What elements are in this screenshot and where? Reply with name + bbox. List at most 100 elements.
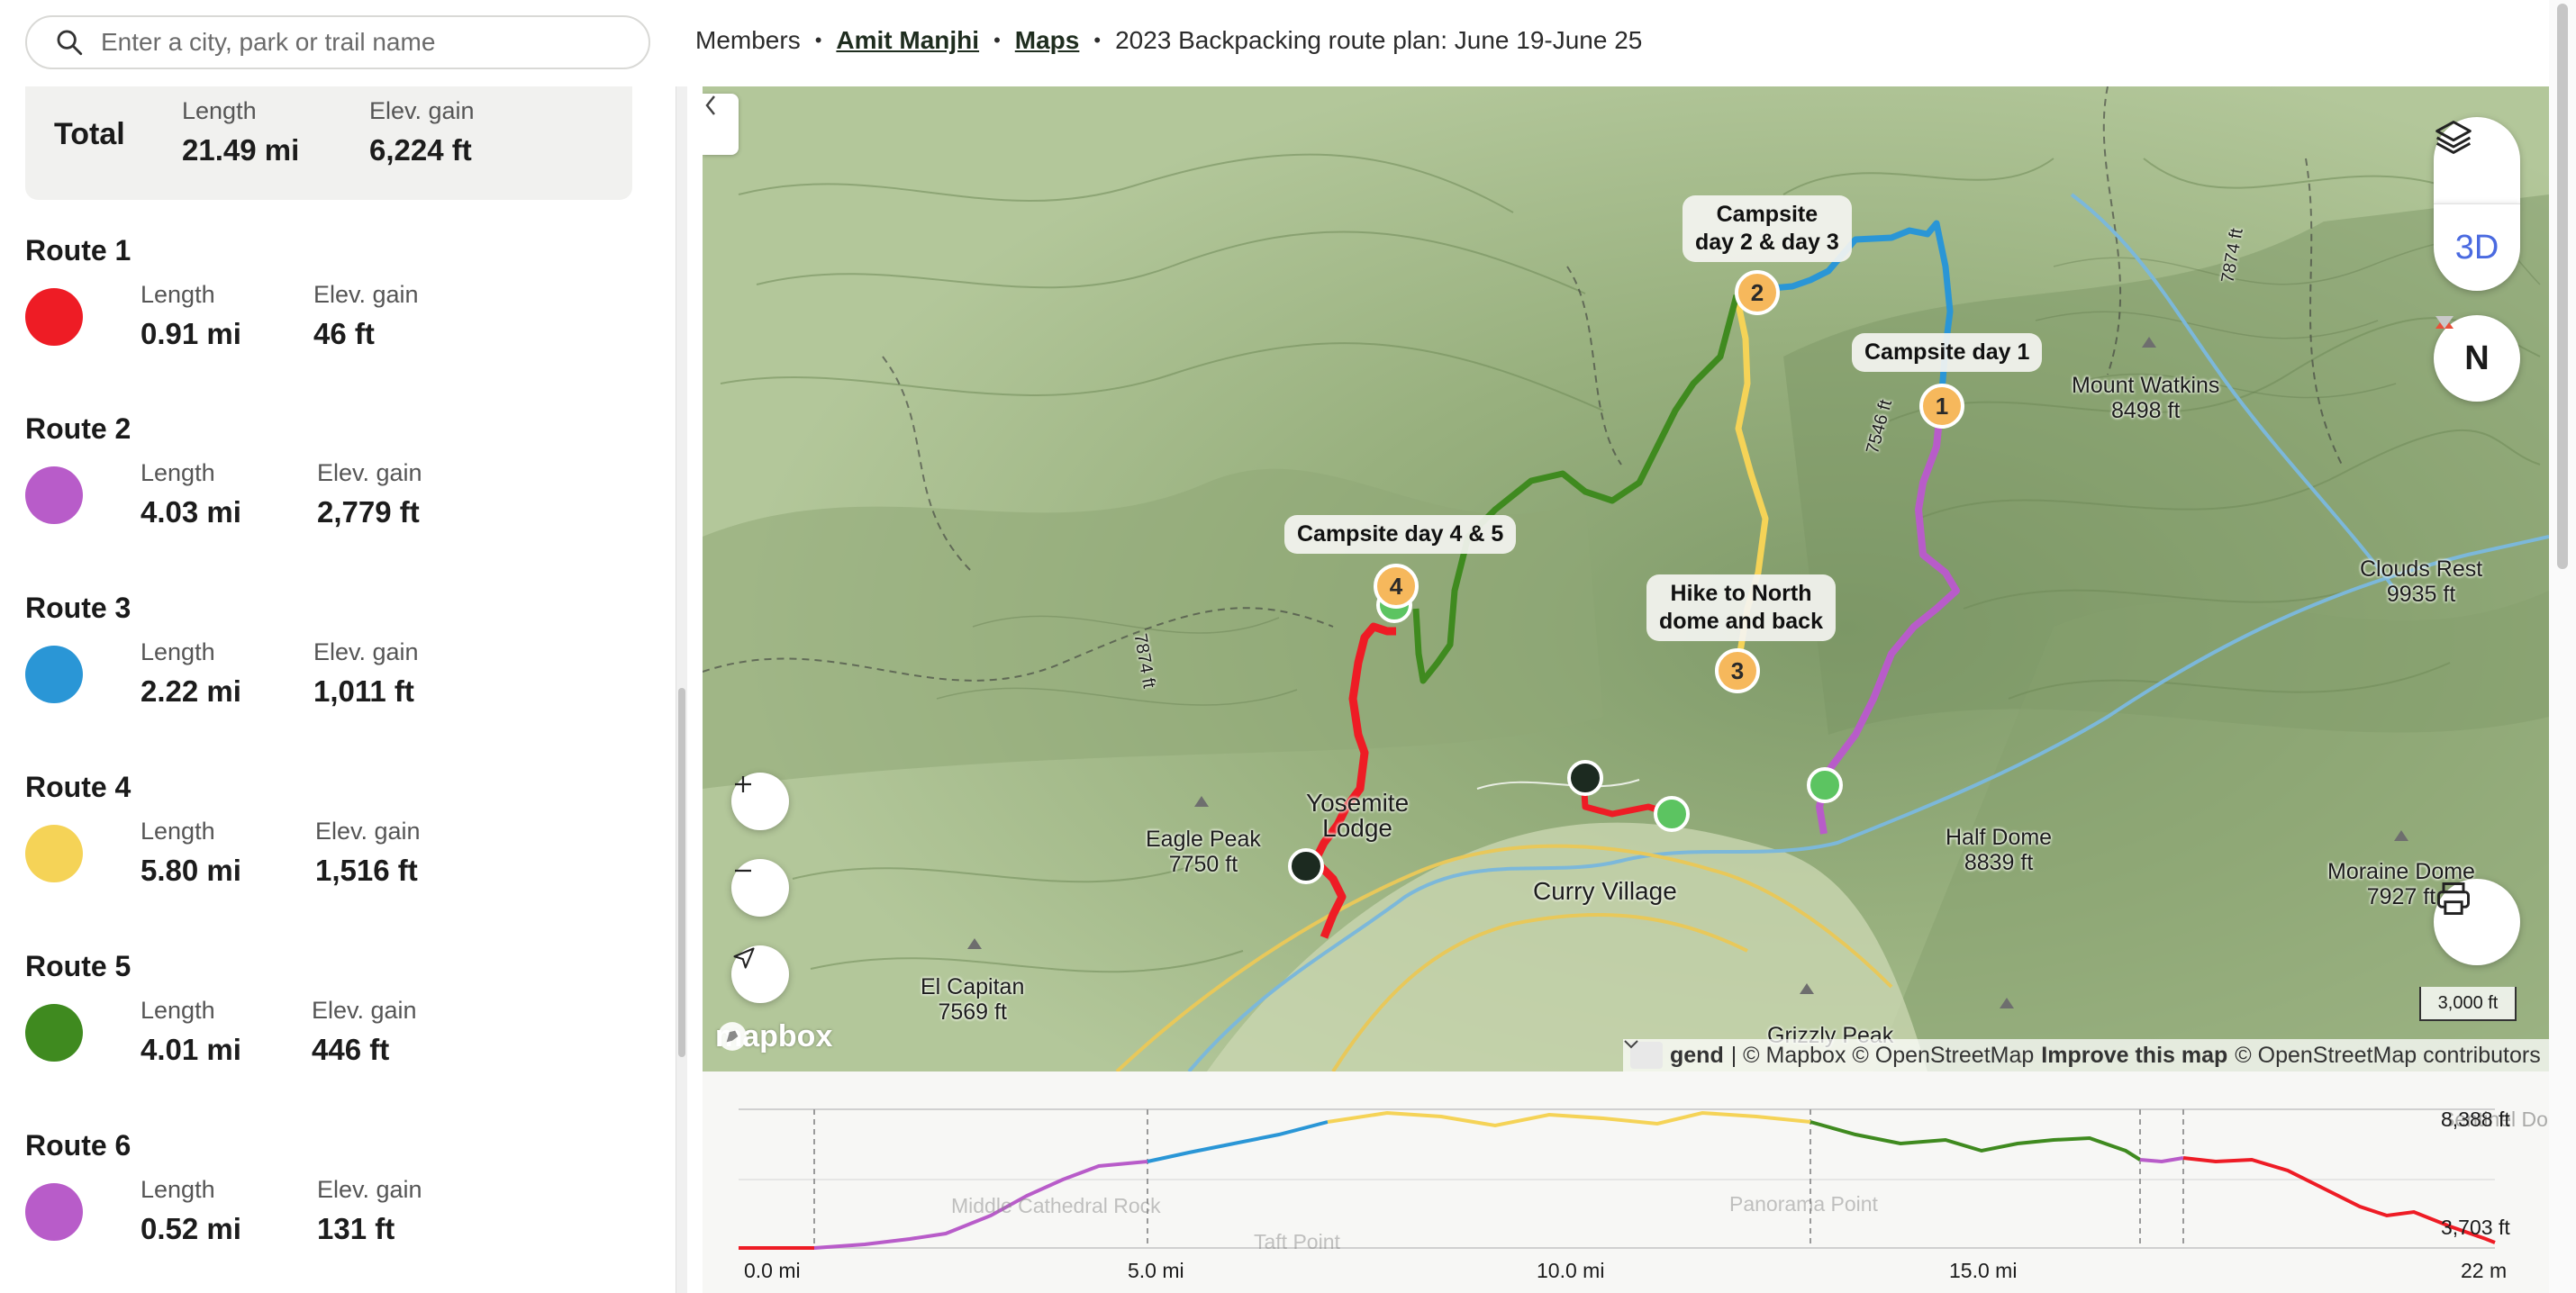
route-elev-value: 1,011 ft	[313, 674, 414, 708]
compass-arrow-down-icon	[2435, 316, 2454, 329]
search-box[interactable]	[25, 15, 650, 69]
compass-north-button[interactable]: N	[2434, 315, 2520, 402]
route-1-line[interactable]	[1311, 622, 1396, 939]
campsite-day-4-5-callout[interactable]: Campsite day 4 & 5	[1284, 515, 1517, 554]
route-name: Route 4	[25, 771, 132, 803]
elevation-max-label: 8,388 ft	[2441, 1108, 2510, 1131]
map-label-half-dome: Half Dome 8839 ft	[1946, 825, 2052, 875]
route-length-value: 0.52 mi	[141, 1212, 241, 1245]
chevron-down-icon	[1624, 1040, 1638, 1049]
total-length-label: Length	[182, 97, 257, 124]
route-elev-value: 131 ft	[317, 1212, 395, 1245]
route-end-marker[interactable]	[1288, 848, 1324, 884]
mapbox-logo[interactable]: mapbox	[715, 1019, 832, 1054]
route-elev-label: Elev. gain	[312, 997, 417, 1024]
distance-tick-label: 15.0 mi	[1949, 1259, 2018, 1282]
campsite-day-2-3-callout[interactable]: Campsite day 2 & day 3	[1683, 195, 1852, 262]
ghost-map-label: Taft Point	[1254, 1230, 1340, 1253]
locate-me-button[interactable]	[731, 945, 789, 1003]
3d-toggle-button[interactable]: 3D	[2434, 203, 2520, 291]
route-item[interactable]: Route 2 Length 4.03 mi Elev. gain 2,779 …	[25, 412, 638, 591]
breadcrumb-members[interactable]: Members	[695, 26, 801, 55]
page-scrollbar-thumb[interactable]	[2557, 4, 2568, 569]
route-color-swatch	[25, 466, 83, 524]
place-elevation: 8839 ft	[1964, 850, 2034, 875]
route-start-marker[interactable]	[1654, 796, 1690, 832]
route-color-swatch	[25, 646, 83, 703]
route-2-line[interactable]	[1816, 401, 1960, 835]
place-elevation: 8498 ft	[2110, 398, 2181, 423]
route-elev-label: Elev. gain	[315, 818, 421, 845]
route-length-label: Length	[141, 1176, 215, 1203]
route-name: Route 5	[25, 950, 132, 982]
plus-icon	[735, 776, 751, 792]
route-elev-value: 446 ft	[312, 1033, 390, 1066]
campsite-day-1-callout[interactable]: Campsite day 1	[1852, 333, 2043, 372]
route-elev-label: Elev. gain	[317, 1176, 422, 1203]
route-name: Route 1	[25, 234, 132, 267]
improve-map-link[interactable]: Improve this map	[2041, 1043, 2227, 1069]
map-label-curry-village: Curry Village	[1533, 877, 1677, 905]
minus-icon	[735, 869, 751, 873]
route-item[interactable]: Route 3 Length 2.22 mi Elev. gain 1,011 …	[25, 592, 638, 770]
distance-tick-label: 22 m	[2461, 1259, 2508, 1282]
elevation-profile[interactable]: Sentinel Dome Middle Cathedral Rock Taft…	[703, 1071, 2549, 1293]
zoom-out-button[interactable]	[731, 859, 789, 917]
waypoint-pin-4[interactable]: 4	[1374, 564, 1419, 609]
map-canvas[interactable]: Campsite day 2 & day 3 2 Campsite day 1 …	[703, 86, 2549, 1071]
distance-tick-label: 5.0 mi	[1128, 1259, 1184, 1282]
waypoint-pin-3[interactable]: 3	[1715, 648, 1760, 693]
waypoint-pin-2[interactable]: 2	[1735, 270, 1780, 315]
legend-link[interactable]: gend	[1670, 1043, 1724, 1069]
legend-toggle-button[interactable]	[1624, 1040, 1663, 1069]
attribution-mapbox[interactable]: | © Mapbox © OpenStreetMap	[1731, 1043, 2035, 1069]
route-start-marker[interactable]	[1807, 767, 1843, 803]
route-overlay	[967, 220, 2408, 1008]
panel-scrollbar[interactable]	[676, 86, 687, 1293]
callout-line: dome and back	[1659, 609, 1823, 634]
callout-line: Hike to North	[1670, 581, 1812, 606]
search-input[interactable]	[99, 27, 607, 58]
route-summary-panel: Total Length 21.49 mi Elev. gain 6,224 f…	[0, 86, 676, 1293]
panel-scrollbar-thumb[interactable]	[678, 688, 685, 1057]
place-name: El Capitan	[921, 974, 1025, 999]
ghost-map-label: Panorama Point	[1729, 1192, 1878, 1216]
route-length-label: Length	[141, 459, 215, 486]
waypoint-pin-1[interactable]: 1	[1919, 384, 1964, 429]
north-dome-hike-callout[interactable]: Hike to North dome and back	[1646, 574, 1836, 641]
attribution-osm[interactable]: © OpenStreetMap contributors	[2235, 1043, 2540, 1069]
route-length-value: 2.22 mi	[141, 674, 241, 708]
route-elev-value: 2,779 ft	[317, 495, 420, 529]
chevron-left-icon	[705, 95, 715, 115]
place-elevation: 9935 ft	[2386, 582, 2456, 607]
compass-north-label: N	[2464, 339, 2490, 377]
breadcrumb-user-link[interactable]: Amit Manjhi	[836, 26, 979, 55]
printer-icon	[2437, 882, 2470, 915]
map-layers-button[interactable]	[2434, 117, 2520, 203]
route-elev-value: 1,516 ft	[315, 854, 418, 887]
route-name: Route 2	[25, 412, 132, 445]
map-label-eagle-peak: Eagle Peak 7750 ft	[1146, 827, 1261, 877]
place-name: Yosemite	[1306, 789, 1410, 817]
collapse-panel-button[interactable]	[703, 94, 739, 155]
breadcrumb-map-title: 2023 Backpacking route plan: June 19-Jun…	[1115, 26, 1643, 54]
print-button[interactable]	[2434, 879, 2520, 965]
route-item[interactable]: Route 1 Length 0.91 mi Elev. gain 46 ft	[25, 234, 638, 412]
route-item[interactable]: Route 4 Length 5.80 mi Elev. gain 1,516 …	[25, 771, 638, 949]
total-elev-value: 6,224 ft	[369, 133, 472, 167]
route-length-label: Length	[141, 281, 215, 308]
route-item[interactable]: Route 5 Length 4.01 mi Elev. gain 446 ft	[25, 950, 638, 1128]
page-scrollbar[interactable]	[2549, 0, 2576, 1293]
route-end-marker[interactable]	[1567, 760, 1603, 796]
route-color-swatch	[25, 1004, 83, 1062]
route-item[interactable]: Route 6 Length 0.52 mi Elev. gain 131 ft	[25, 1129, 638, 1293]
route-color-swatch	[25, 288, 83, 346]
breadcrumb-separator: •	[1093, 29, 1102, 51]
place-name: Mount Watkins	[2072, 373, 2220, 398]
place-elevation: 7569 ft	[938, 999, 1007, 1025]
breadcrumb-maps-link[interactable]: Maps	[1015, 26, 1080, 55]
total-summary: Total Length 21.49 mi Elev. gain 6,224 f…	[25, 86, 632, 200]
zoom-in-button[interactable]	[731, 773, 789, 830]
map-scale-bar: 3,000 ft	[2419, 987, 2517, 1021]
map-label-el-capitan: El Capitan 7569 ft	[921, 974, 1024, 1025]
